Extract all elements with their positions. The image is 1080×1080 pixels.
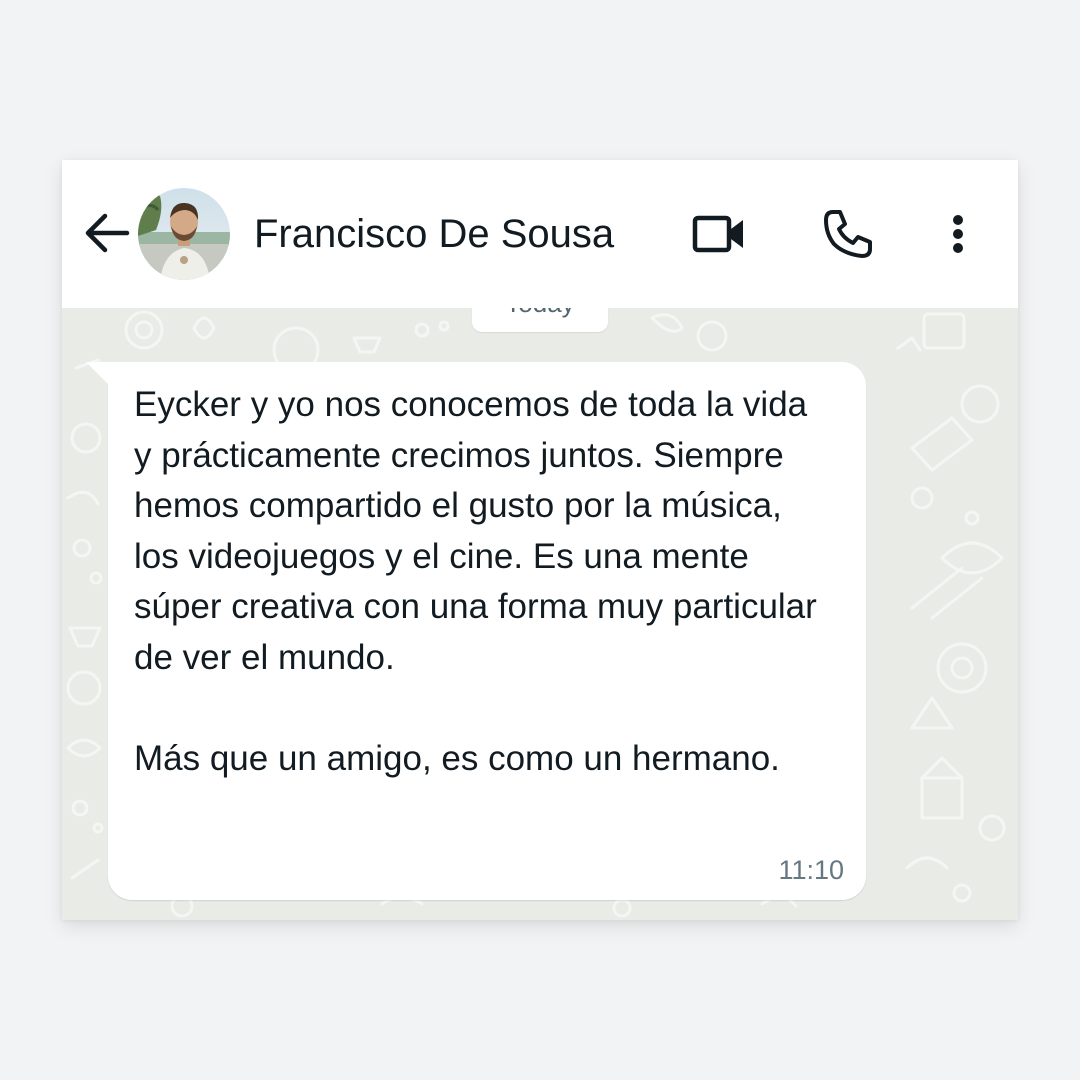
more-vertical-icon [953,215,963,253]
arrow-left-icon [85,213,130,253]
voice-call-button[interactable] [818,204,878,264]
avatar[interactable] [138,188,230,280]
chat-header: Francisco De Sousa [62,160,1018,308]
back-button[interactable] [80,206,134,260]
date-separator: Today [472,308,608,332]
more-options-button[interactable] [928,204,988,264]
bubble-tail [86,362,110,386]
contact-name[interactable]: Francisco De Sousa [254,208,614,260]
phone-icon [824,210,872,258]
chat-window: Francisco De Sousa Eycker y yo nos conoc… [62,160,1018,920]
message-text: Eycker y yo nos conocemos de toda la vid… [134,385,817,778]
video-camera-icon [692,215,743,253]
video-call-button[interactable] [690,204,750,264]
message-timestamp: 11:10 [778,855,844,885]
chat-area[interactable]: Today Eycker y yo nos conocemos de toda … [62,308,1018,920]
message-bubble[interactable]: Eycker y yo nos conocemos de toda la vid… [86,362,866,900]
